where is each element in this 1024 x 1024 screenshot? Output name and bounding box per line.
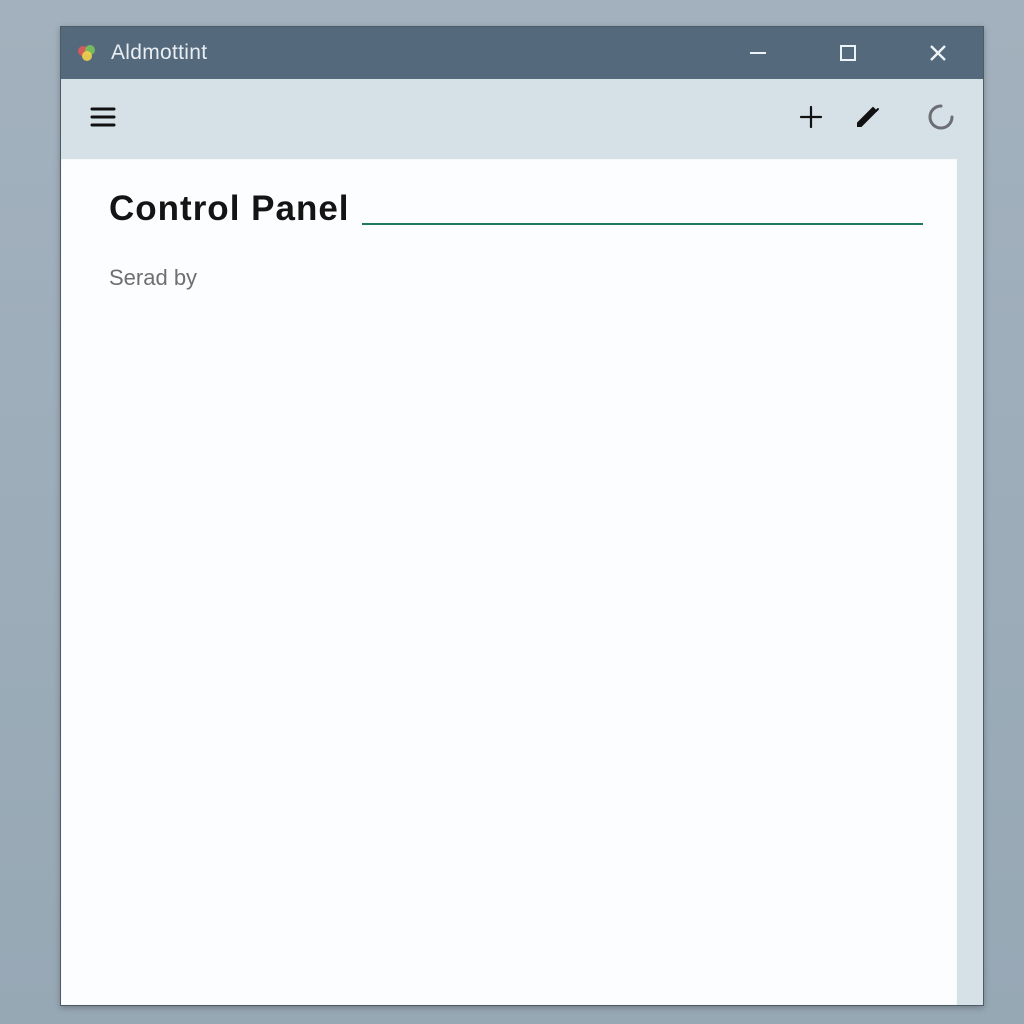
loading-indicator[interactable] (913, 91, 969, 147)
loading-icon (927, 103, 955, 136)
heading-underline (362, 223, 923, 225)
window-title: Aldmottint (111, 41, 207, 65)
pencil-icon (853, 103, 881, 136)
page: Control Panel Serad by (61, 159, 957, 1005)
heading-row: Control Panel (109, 189, 923, 229)
app-window: Aldmottint (60, 26, 984, 1006)
edit-button[interactable] (839, 91, 895, 147)
toolbar (61, 79, 983, 159)
menu-button[interactable] (75, 91, 131, 147)
app-logo-icon (75, 41, 99, 65)
titlebar[interactable]: Aldmottint (61, 27, 983, 79)
page-subtext: Serad by (109, 265, 923, 291)
close-button[interactable] (893, 27, 983, 79)
desktop: Aldmottint (0, 0, 1024, 1024)
menu-icon (87, 101, 119, 138)
page-title: Control Panel (109, 189, 358, 229)
add-button[interactable] (783, 91, 839, 147)
content-area: Control Panel Serad by (61, 159, 983, 1005)
maximize-button[interactable] (803, 27, 893, 79)
plus-icon (797, 103, 825, 136)
minimize-button[interactable] (713, 27, 803, 79)
